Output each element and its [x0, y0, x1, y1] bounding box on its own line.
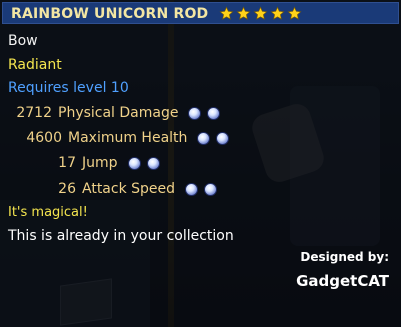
item-title-bar: RAINBOW UNICORN ROD — [2, 2, 399, 24]
gem-icon — [216, 131, 230, 145]
stat-value: 26 — [58, 181, 76, 197]
gem-icon — [146, 156, 160, 170]
gem-icon — [185, 182, 199, 196]
stat-label: Attack Speed — [82, 181, 176, 197]
item-flavor-text: It's magical! — [8, 205, 88, 220]
gem-icon — [204, 182, 218, 196]
stat-gems — [127, 156, 160, 170]
item-level-requirement: Requires level 10 — [8, 80, 129, 96]
item-type: Bow — [8, 33, 38, 49]
star-icon — [287, 6, 302, 20]
item-star-rating — [219, 4, 302, 24]
star-icon — [253, 6, 268, 20]
gem-icon — [188, 106, 202, 120]
item-name: RAINBOW UNICORN ROD — [11, 6, 209, 22]
collection-status: This is already in your collection — [8, 228, 234, 244]
star-icon — [270, 6, 285, 20]
stat-row: 4600 Maximum Health — [10, 128, 230, 148]
stat-label: Physical Damage — [58, 105, 179, 121]
gem-icon — [127, 156, 141, 170]
gem-icon — [197, 131, 211, 145]
star-icon — [236, 6, 251, 20]
stat-gems — [185, 182, 218, 196]
stat-value: 4600 — [26, 130, 62, 146]
stat-gems — [188, 106, 221, 120]
star-icon — [219, 6, 234, 20]
stat-label: Maximum Health — [68, 130, 188, 146]
gem-icon — [207, 106, 221, 120]
stat-row: 2712 Physical Damage — [0, 103, 221, 123]
stat-gems — [197, 131, 230, 145]
designed-by-label: Designed by: — [300, 250, 389, 264]
stat-value: 17 — [58, 155, 76, 171]
item-tooltip: RAINBOW UNICORN ROD Bow Radiant Requires… — [0, 0, 401, 327]
stat-label: Jump — [82, 155, 118, 171]
designer-name: GadgetCAT — [296, 272, 389, 290]
stat-row: 26 Attack Speed — [24, 179, 218, 199]
stat-row: 17 Jump — [24, 153, 160, 173]
item-rarity: Radiant — [8, 57, 62, 73]
stat-value: 2712 — [16, 105, 52, 121]
